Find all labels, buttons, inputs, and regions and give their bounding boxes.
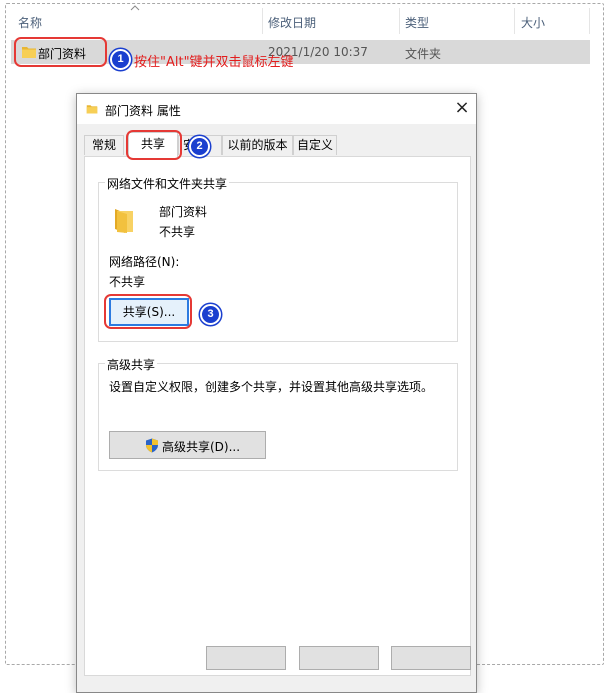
network-sharing-legend: 网络文件和文件夹共享 <box>105 175 230 192</box>
shield-icon <box>146 438 158 453</box>
highlight-box-step2 <box>126 130 182 160</box>
tab-previous-versions[interactable]: 以前的版本 <box>222 135 293 155</box>
dialog-titlebar[interactable]: 部门资料 属性 × <box>77 94 476 124</box>
advanced-sharing-button[interactable]: 高级共享(D)... <box>109 431 266 459</box>
column-header-type[interactable]: 类型 <box>405 14 429 31</box>
column-separator[interactable] <box>262 8 263 34</box>
column-header-size[interactable]: 大小 <box>521 14 545 31</box>
advanced-sharing-description: 设置自定义权限，创建多个共享，并设置其他高级共享选项。 <box>109 380 434 394</box>
dialog-title: 部门资料 属性 <box>105 104 181 118</box>
column-separator[interactable] <box>514 8 515 34</box>
step-badge-1: 1 <box>110 49 131 70</box>
folder-icon <box>115 209 133 233</box>
close-button[interactable]: × <box>449 96 475 122</box>
network-path-value: 不共享 <box>109 275 146 289</box>
column-separator[interactable] <box>399 8 400 34</box>
file-type: 文件夹 <box>405 47 442 61</box>
highlight-box-step1 <box>14 37 107 67</box>
properties-dialog: 部门资料 属性 × 常规 共享 安全 以前的版本 自定义 网络文件和文件夹共享 … <box>76 93 477 693</box>
tab-general[interactable]: 常规 <box>84 135 124 155</box>
shared-folder-status: 不共享 <box>159 225 196 239</box>
network-path-label: 网络路径(N): <box>109 255 180 269</box>
column-separator[interactable] <box>589 8 590 34</box>
instruction-step1: 按住"Alt"键并双击鼠标左键 <box>134 55 294 70</box>
sort-caret-icon <box>130 5 140 11</box>
column-header-date[interactable]: 修改日期 <box>268 14 316 31</box>
tab-customize[interactable]: 自定义 <box>293 135 337 155</box>
folder-icon <box>86 105 98 114</box>
column-header-name[interactable]: 名称 <box>18 14 42 31</box>
highlight-box-step3 <box>104 294 192 329</box>
advanced-sharing-button-label: 高级共享(D)... <box>162 440 241 454</box>
step-badge-2: 2 <box>189 136 210 157</box>
step-badge-3: 3 <box>200 304 221 325</box>
shared-folder-name: 部门资料 <box>159 205 208 219</box>
advanced-sharing-legend: 高级共享 <box>105 356 158 373</box>
